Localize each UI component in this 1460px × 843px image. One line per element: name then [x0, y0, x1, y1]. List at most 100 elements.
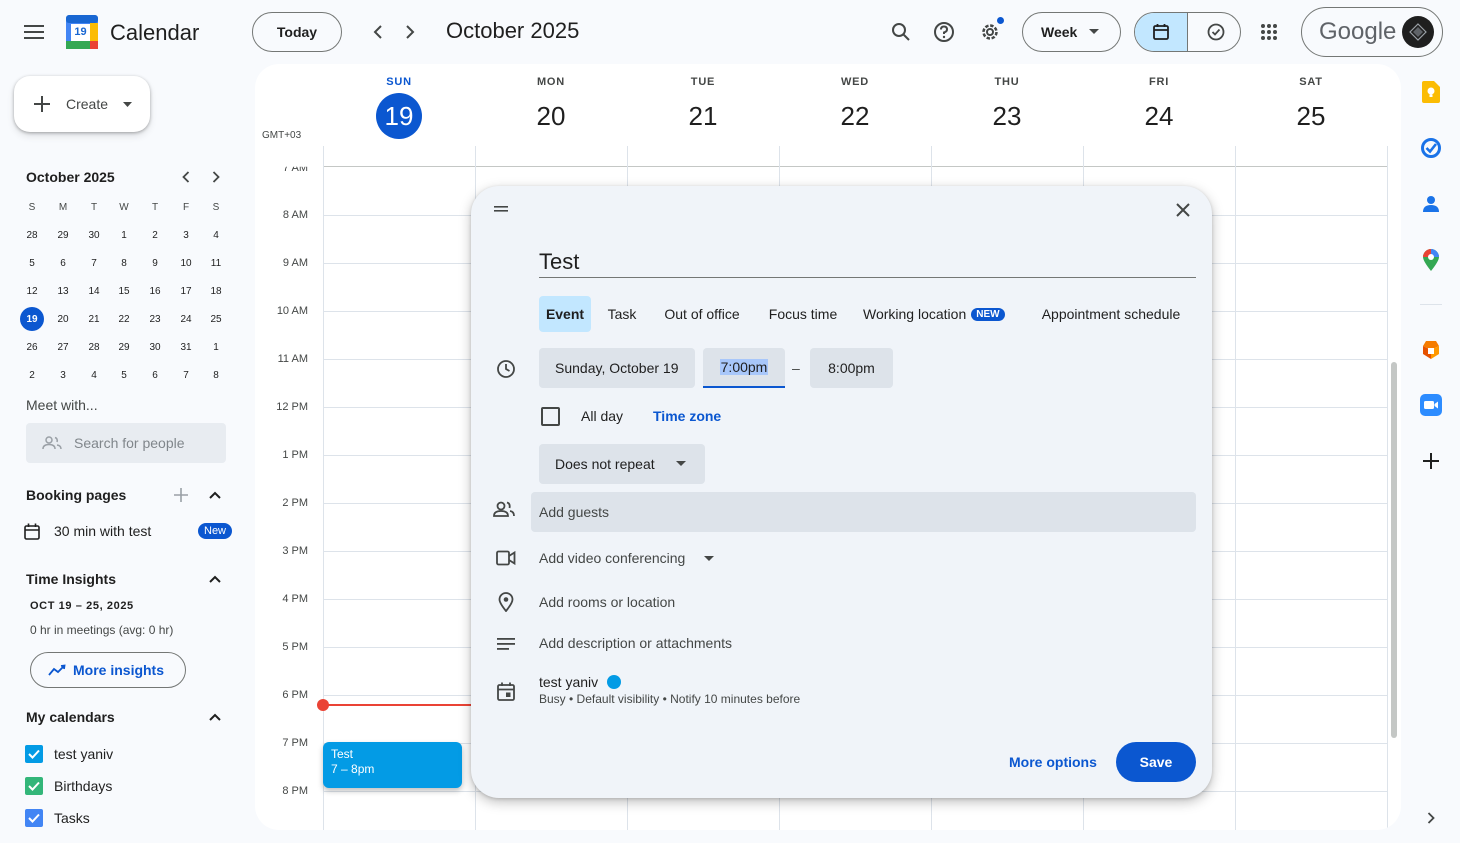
mini-next-month-icon[interactable]	[207, 168, 225, 186]
mini-day[interactable]: 30	[143, 335, 167, 359]
mini-day[interactable]: 6	[143, 363, 167, 387]
collapse-my-calendars-icon[interactable]	[206, 708, 224, 726]
mini-day[interactable]: 17	[174, 279, 198, 303]
tab-working-location[interactable]: Working location NEW	[855, 296, 1023, 332]
date-picker[interactable]: Sunday, October 19	[539, 348, 695, 388]
mini-day[interactable]: 2	[20, 363, 44, 387]
settings-gear-icon[interactable]	[977, 17, 1004, 45]
calendar-select[interactable]: test yaniv Busy • Default visibility • N…	[539, 673, 839, 713]
maps-icon[interactable]	[1419, 248, 1443, 272]
mini-day[interactable]: 18	[204, 279, 228, 303]
add-guests-input[interactable]: Add guests	[531, 492, 1196, 532]
drag-handle-icon[interactable]	[491, 200, 511, 218]
tab-event[interactable]: Event	[539, 296, 591, 332]
mini-day[interactable]: 11	[204, 251, 228, 275]
repeat-select[interactable]: Does not repeat	[539, 444, 705, 484]
mini-day[interactable]: 7	[174, 363, 198, 387]
calendar-logo-icon[interactable]: 19	[66, 15, 98, 49]
mini-day[interactable]: 8	[204, 363, 228, 387]
day-number[interactable]: 21	[627, 101, 779, 132]
save-button[interactable]: Save	[1116, 742, 1196, 782]
mini-day[interactable]: 7	[82, 251, 106, 275]
add-addon-icon[interactable]	[1419, 449, 1443, 473]
account-chip[interactable]: Google	[1301, 7, 1443, 57]
mini-day[interactable]: 28	[20, 223, 44, 247]
tab-out-of-office[interactable]: Out of office	[653, 296, 751, 332]
avatar[interactable]	[1402, 16, 1434, 48]
tasks-app-icon[interactable]	[1419, 136, 1443, 160]
mini-day[interactable]: 31	[174, 335, 198, 359]
video-conferencing-button[interactable]: Add video conferencing	[539, 550, 685, 566]
day-number[interactable]: 22	[779, 101, 931, 132]
next-week-icon[interactable]	[398, 20, 422, 44]
mini-day[interactable]: 13	[51, 279, 75, 303]
today-button[interactable]: Today	[252, 12, 342, 52]
calendar-checkbox[interactable]	[25, 777, 43, 795]
tab-appointment-schedule[interactable]: Appointment schedule	[1031, 296, 1191, 332]
mini-day[interactable]: 9	[143, 251, 167, 275]
start-time-picker[interactable]: 7:00pm	[703, 348, 785, 388]
mini-day[interactable]: 20	[51, 307, 75, 331]
day-number[interactable]: 20	[475, 101, 627, 132]
event-block-test[interactable]: Test 7 – 8pm	[323, 742, 462, 788]
video-dropdown-icon[interactable]	[704, 556, 714, 562]
mini-day[interactable]: 26	[20, 335, 44, 359]
expand-side-panel-icon[interactable]	[1419, 806, 1443, 830]
collapse-booking-icon[interactable]	[206, 486, 224, 504]
mini-day[interactable]: 6	[51, 251, 75, 275]
day-number[interactable]: 24	[1083, 101, 1235, 132]
apps-grid-icon[interactable]	[1256, 19, 1282, 45]
mini-day[interactable]: 21	[82, 307, 106, 331]
mini-day[interactable]: 30	[82, 223, 106, 247]
tab-task[interactable]: Task	[599, 296, 645, 332]
mini-day[interactable]: 4	[82, 363, 106, 387]
calendar-list-item[interactable]: Birthdays	[24, 775, 224, 797]
mini-day[interactable]: 14	[82, 279, 106, 303]
previous-week-icon[interactable]	[366, 20, 390, 44]
more-options-button[interactable]: More options	[1009, 754, 1097, 770]
calendar-checkbox[interactable]	[25, 745, 43, 763]
mini-day[interactable]: 29	[51, 223, 75, 247]
mini-day[interactable]: 22	[112, 307, 136, 331]
location-field[interactable]: Add rooms or location	[539, 594, 675, 610]
mini-day[interactable]: 3	[51, 363, 75, 387]
calendar-list-item[interactable]: Tasks	[24, 807, 224, 829]
time-zone-link[interactable]: Time zone	[653, 408, 721, 424]
mini-day[interactable]: 5	[112, 363, 136, 387]
mini-day[interactable]: 1	[204, 335, 228, 359]
mini-day[interactable]: 5	[20, 251, 44, 275]
mini-day[interactable]: 25	[204, 307, 228, 331]
collapse-insights-icon[interactable]	[206, 570, 224, 588]
calendar-checkbox[interactable]	[25, 809, 43, 827]
mini-day[interactable]: 8	[112, 251, 136, 275]
day-number[interactable]: 23	[931, 101, 1083, 132]
create-button[interactable]: Create	[14, 76, 150, 132]
calendar-list-item[interactable]: test yaniv	[24, 743, 224, 765]
search-people-input[interactable]: Search for people	[26, 423, 226, 463]
zoom-icon[interactable]	[1419, 393, 1443, 417]
end-time-picker[interactable]: 8:00pm	[810, 348, 893, 388]
mini-day[interactable]: 24	[174, 307, 198, 331]
mini-prev-month-icon[interactable]	[177, 168, 195, 186]
main-menu-icon[interactable]	[18, 16, 50, 48]
view-select[interactable]: Week	[1022, 12, 1121, 52]
mini-day[interactable]: 23	[143, 307, 167, 331]
mini-day[interactable]: 15	[112, 279, 136, 303]
booking-page-item[interactable]: 30 min with test New	[24, 519, 233, 543]
day-number[interactable]: 19	[323, 101, 475, 132]
mini-day[interactable]: 10	[174, 251, 198, 275]
contacts-icon[interactable]	[1419, 192, 1443, 216]
tab-focus-time[interactable]: Focus time	[759, 296, 847, 332]
close-icon[interactable]	[1171, 198, 1195, 222]
mini-day[interactable]: 3	[174, 223, 198, 247]
mini-day[interactable]: 28	[82, 335, 106, 359]
add-booking-page-icon[interactable]	[172, 486, 190, 504]
all-day-checkbox[interactable]	[541, 407, 560, 426]
calendar-view-button[interactable]	[1135, 13, 1188, 51]
search-icon[interactable]	[888, 19, 914, 45]
help-icon[interactable]	[931, 19, 957, 45]
title-input[interactable]: Test	[539, 244, 1196, 278]
scrollbar[interactable]	[1391, 362, 1397, 738]
mini-day[interactable]: 16	[143, 279, 167, 303]
mini-day[interactable]: 4	[204, 223, 228, 247]
